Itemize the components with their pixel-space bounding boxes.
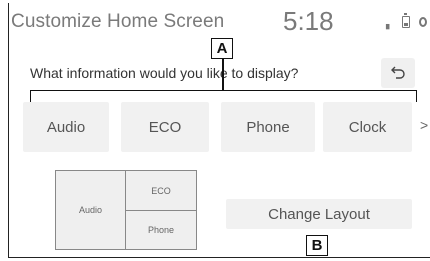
back-arrow-icon [391, 66, 405, 79]
customize-home-screen: Customize Home Screen 5:18 ▖ What inform… [8, 3, 430, 258]
layout-preview[interactable]: Audio ECO Phone [55, 170, 197, 250]
tile-eco[interactable]: ECO [121, 102, 209, 152]
display-prompt: What information would you like to displ… [30, 65, 299, 81]
callout-label-a: A [211, 38, 233, 59]
callout-label-b: B [306, 235, 328, 256]
tile-label: Phone [246, 118, 290, 136]
tile-clock[interactable]: Clock [323, 102, 412, 152]
battery-icon [401, 12, 410, 28]
callout-bracket-a [30, 90, 417, 102]
layout-slot-top-right: ECO [126, 171, 196, 211]
change-layout-button[interactable]: Change Layout [226, 199, 412, 229]
wifi-icon [418, 16, 427, 27]
status-icons: ▖ [386, 12, 427, 30]
layout-slot-left: Audio [56, 171, 126, 249]
back-button[interactable] [381, 58, 415, 88]
signal-icon: ▖ [386, 19, 393, 29]
tile-audio[interactable]: Audio [23, 102, 109, 152]
chevron-right-icon[interactable]: > [420, 117, 428, 133]
tile-label: ECO [148, 118, 182, 136]
tile-label: Clock [348, 118, 387, 136]
layout-slot-bottom-right: Phone [147, 224, 175, 235]
tile-phone[interactable]: Phone [221, 102, 315, 152]
clock-time: 5:18 [283, 6, 334, 36]
page-title: Customize Home Screen [11, 11, 225, 32]
tile-label: Audio [46, 118, 86, 136]
